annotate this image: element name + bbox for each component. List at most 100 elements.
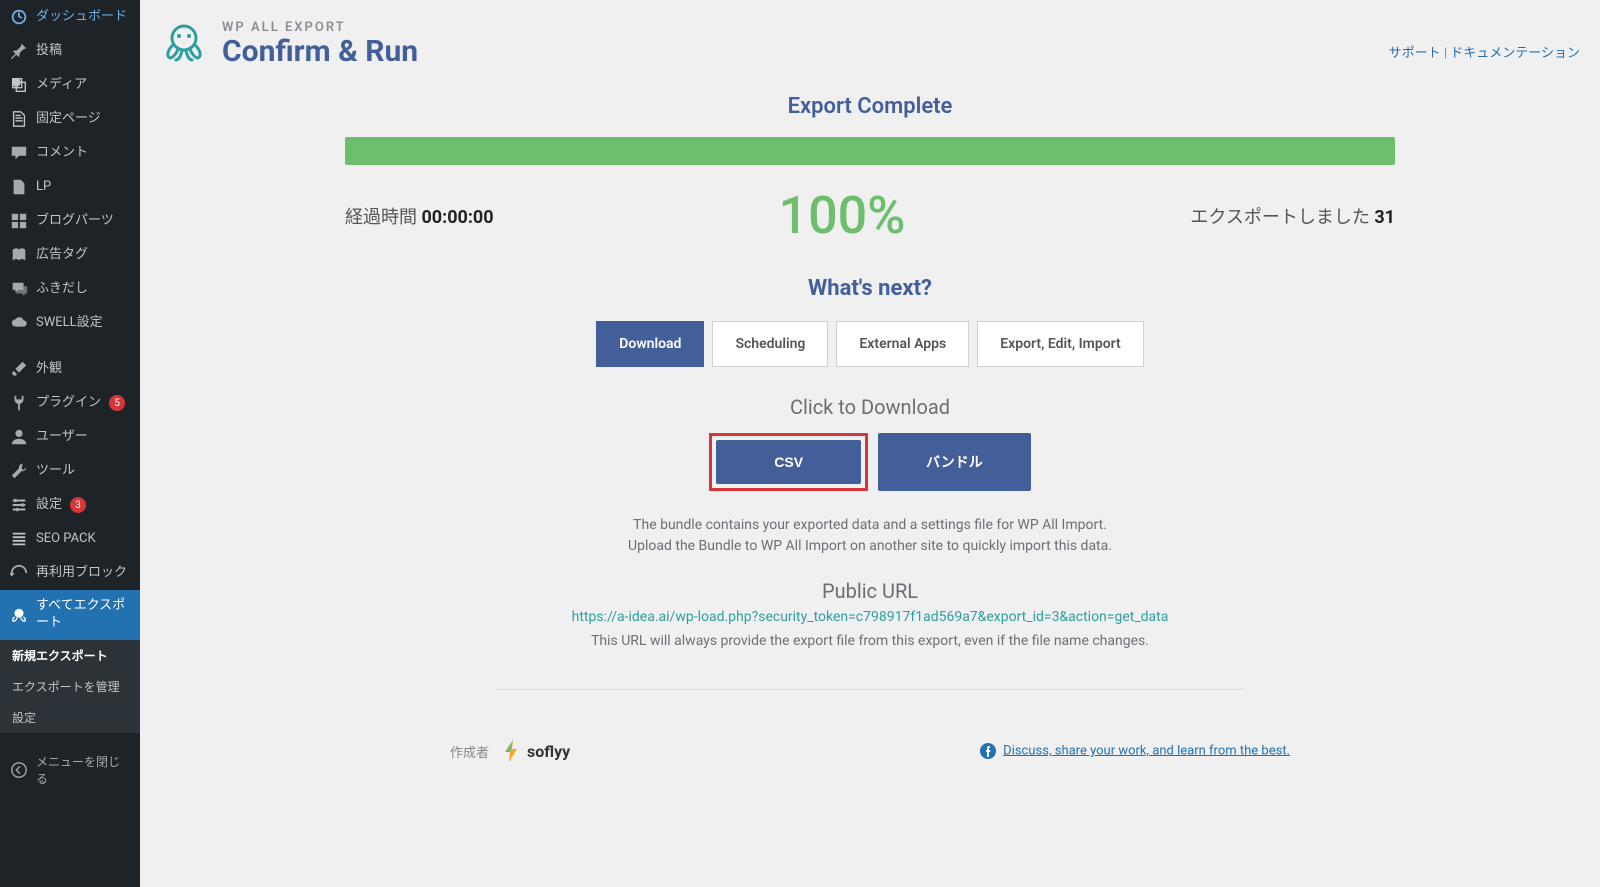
soflyy-text: soflyy <box>527 742 570 761</box>
sidebar-label: メディア <box>36 77 87 94</box>
submenu-manage-exports[interactable]: エクスポートを管理 <box>0 671 140 702</box>
sidebar-label: ブログパーツ <box>36 213 114 230</box>
sidebar-item-swell[interactable]: SWELL設定 <box>0 306 140 340</box>
wrench-icon <box>10 462 28 480</box>
sidebar-label: コメント <box>36 145 88 162</box>
csv-highlight-box: CSV <box>709 433 868 491</box>
bundle-description: The bundle contains your exported data a… <box>345 515 1395 557</box>
bundle-text-line-2: Upload the Bundle to WP All Import on an… <box>345 536 1395 557</box>
sidebar-item-export-all[interactable]: すべてエクスポート <box>0 590 140 640</box>
sidebar-item-lp[interactable]: LP <box>0 170 140 204</box>
pin-icon <box>10 42 28 60</box>
sidebar-item-plugins[interactable]: プラグイン 5 <box>0 386 140 420</box>
sidebar-label: 外観 <box>36 361 62 378</box>
exported-label: エクスポートしました <box>1190 207 1369 228</box>
dashboard-icon <box>10 8 28 26</box>
collapse-icon <box>10 761 28 779</box>
documentation-link[interactable]: ドキュメンテーション <box>1450 46 1580 61</box>
sidebar-label: SEO PACK <box>36 531 96 548</box>
sidebar-label: 広告タグ <box>36 247 88 264</box>
download-bundle-button[interactable]: バンドル <box>878 433 1031 491</box>
sidebar-item-posts[interactable]: 投稿 <box>0 34 140 68</box>
whats-next-heading: What's next? <box>345 276 1395 301</box>
sidebar-item-dashboard[interactable]: ダッシュボード <box>0 0 140 34</box>
main-content: WP ALL EXPORT Confirm & Run サポート | ドキュメン… <box>140 0 1600 887</box>
public-url-note: This URL will always provide the export … <box>345 633 1395 649</box>
elapsed-label: 経過時間 <box>345 207 417 228</box>
page-subtitle: WP ALL EXPORT <box>222 20 418 35</box>
footer-divider <box>495 689 1245 690</box>
sidebar-label: 設定 <box>36 497 62 514</box>
export-complete-heading: Export Complete <box>345 94 1395 119</box>
created-by: 作成者 soflyy <box>450 740 570 762</box>
admin-sidebar: ダッシュボード 投稿 メディア 固定ページ コメント LP ブログパーツ <box>0 0 140 887</box>
sidebar-item-users[interactable]: ユーザー <box>0 420 140 454</box>
public-url-heading: Public URL <box>345 579 1395 603</box>
discuss-link[interactable]: Discuss, share your work, and learn from… <box>1003 743 1290 758</box>
sidebar-label: すべてエクスポート <box>36 598 130 632</box>
public-url-link[interactable]: https://a-idea.ai/wp-load.php?security_t… <box>345 609 1395 625</box>
status-row: 経過時間 00:00:00 100% エクスポートしました 31 <box>345 185 1395 246</box>
sidebar-item-appearance[interactable]: 外観 <box>0 352 140 386</box>
bolt-icon <box>503 740 521 762</box>
sidebar-label: LP <box>36 179 51 196</box>
sidebar-label: ダッシュボード <box>36 9 127 26</box>
sidebar-label: 投稿 <box>36 43 62 60</box>
sidebar-item-tools[interactable]: ツール <box>0 454 140 488</box>
bundle-text-line-1: The bundle contains your exported data a… <box>345 515 1395 536</box>
sidebar-label: ツール <box>36 463 75 480</box>
update-badge: 5 <box>109 395 125 411</box>
update-badge: 3 <box>70 497 86 513</box>
tab-download[interactable]: Download <box>596 321 704 367</box>
grid-icon <box>10 212 28 230</box>
page-title: Confirm & Run <box>222 35 418 68</box>
discuss-section: Discuss, share your work, and learn from… <box>980 743 1290 759</box>
sidebar-item-seopack[interactable]: SEO PACK <box>0 522 140 556</box>
footer-row: 作成者 soflyy Discuss, share your work, and… <box>420 740 1320 762</box>
collapse-label: メニューを閉じる <box>36 753 130 787</box>
exported-value: 31 <box>1374 207 1395 228</box>
octopus-icon <box>10 606 28 624</box>
collapse-menu[interactable]: メニューを閉じる <box>0 743 140 797</box>
download-csv-button[interactable]: CSV <box>716 440 861 484</box>
tab-export-edit-import[interactable]: Export, Edit, Import <box>977 321 1143 367</box>
speech-icon <box>10 280 28 298</box>
sidebar-item-pages[interactable]: 固定ページ <box>0 102 140 136</box>
plug-icon <box>10 394 28 412</box>
submenu-new-export[interactable]: 新規エクスポート <box>0 640 140 671</box>
recycle-icon <box>10 564 28 582</box>
page-header: WP ALL EXPORT Confirm & Run サポート | ドキュメン… <box>160 0 1580 68</box>
sidebar-item-speech[interactable]: ふきだし <box>0 272 140 306</box>
sidebar-item-reusable[interactable]: 再利用ブロック <box>0 556 140 590</box>
cloud-icon <box>10 314 28 332</box>
sidebar-label: プラグイン <box>36 395 101 412</box>
download-buttons: CSV バンドル <box>345 433 1395 491</box>
submenu-settings[interactable]: 設定 <box>0 702 140 733</box>
facebook-icon <box>980 743 996 759</box>
sliders-icon <box>10 496 28 514</box>
tab-external-apps[interactable]: External Apps <box>836 321 969 367</box>
sidebar-item-adtag[interactable]: 広告タグ <box>0 238 140 272</box>
exported-count: エクスポートしました 31 <box>1190 203 1395 229</box>
sidebar-label: SWELL設定 <box>36 315 103 332</box>
support-link[interactable]: サポート <box>1389 46 1441 61</box>
tab-scheduling[interactable]: Scheduling <box>712 321 828 367</box>
sidebar-label: ふきだし <box>36 281 88 298</box>
comment-icon <box>10 144 28 162</box>
sidebar-label: ユーザー <box>36 429 88 446</box>
sidebar-item-media[interactable]: メディア <box>0 68 140 102</box>
header-links: サポート | ドキュメンテーション <box>1389 20 1580 61</box>
soflyy-brand: soflyy <box>503 740 570 762</box>
sidebar-label: 再利用ブロック <box>36 565 127 582</box>
pages-icon <box>10 110 28 128</box>
brush-icon <box>10 360 28 378</box>
user-icon <box>10 428 28 446</box>
sidebar-item-blogparts[interactable]: ブログパーツ <box>0 204 140 238</box>
list-icon <box>10 530 28 548</box>
media-icon <box>10 76 28 94</box>
sidebar-item-comments[interactable]: コメント <box>0 136 140 170</box>
sidebar-label: 固定ページ <box>36 111 101 128</box>
click-to-download-heading: Click to Download <box>345 395 1395 419</box>
document-icon <box>10 178 28 196</box>
sidebar-item-settings[interactable]: 設定 3 <box>0 488 140 522</box>
